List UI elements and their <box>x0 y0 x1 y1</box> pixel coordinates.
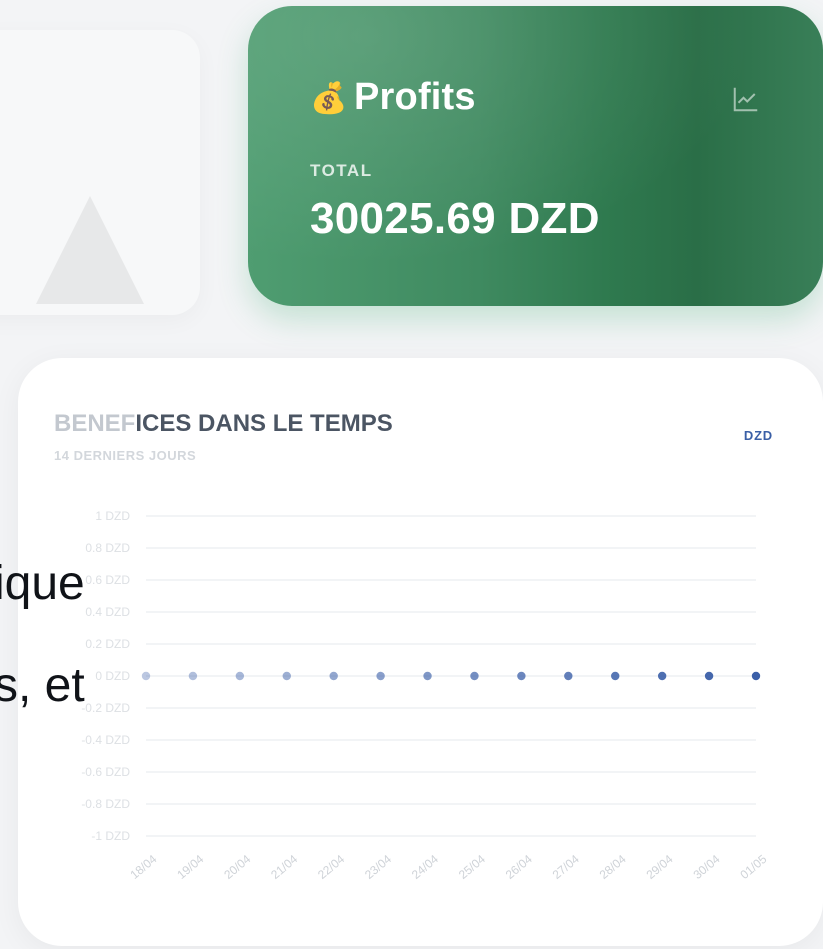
x-tick-label: 27/04 <box>550 852 582 882</box>
x-tick-label: 30/04 <box>691 852 723 882</box>
y-tick-label: -0.4 DZD <box>81 733 130 747</box>
data-point <box>329 671 338 681</box>
y-tick-label: 0.4 DZD <box>85 605 130 619</box>
moneybag-icon: 💰 <box>310 82 348 115</box>
x-tick-label: 18/04 <box>127 852 159 882</box>
y-tick-label: -1 DZD <box>91 829 130 843</box>
data-point <box>657 671 667 681</box>
x-tick-label: 23/04 <box>362 852 394 882</box>
y-tick-label: -0.8 DZD <box>81 797 130 811</box>
profits-title: Profits <box>354 76 476 118</box>
x-tick-label: 22/04 <box>315 852 347 882</box>
x-tick-label: 26/04 <box>503 852 535 882</box>
y-tick-label: 0 DZD <box>95 669 130 683</box>
data-point <box>282 671 291 681</box>
data-point <box>470 671 479 681</box>
background-card <box>0 30 200 315</box>
total-label: TOTAL <box>310 161 373 180</box>
y-tick-label: 1 DZD <box>95 509 130 523</box>
data-point <box>376 671 385 681</box>
profit-chart-card: BENEFICES DANS LE TEMPS 14 DERNIERS JOUR… <box>18 358 823 946</box>
total-value: 30025.69 DZD <box>310 194 600 243</box>
data-point <box>751 671 761 681</box>
x-tick-label: 19/04 <box>174 852 206 882</box>
x-tick-label: 29/04 <box>644 852 676 882</box>
data-point <box>611 671 620 681</box>
profits-card[interactable]: 💰 Profits TOTAL 30025.69 DZD <box>248 6 823 306</box>
profit-line-chart: 1 DZD 0.8 DZD 0.6 DZD 0.4 DZD 0.2 DZD 0 DZD -0… <box>81 509 769 882</box>
line-chart-icon[interactable] <box>731 84 761 114</box>
x-tick-label: 01/05 <box>737 852 769 882</box>
x-tick-label: 24/04 <box>409 852 441 882</box>
data-point <box>423 671 432 681</box>
data-point <box>704 671 714 681</box>
y-tick-label: 0.6 DZD <box>85 573 130 587</box>
y-tick-label: 0.8 DZD <box>85 541 130 555</box>
y-tick-label: 0.2 DZD <box>85 637 130 651</box>
x-tick-label: 20/04 <box>221 852 253 882</box>
data-point <box>235 671 245 681</box>
overlay-text-line-1: ique <box>0 557 85 610</box>
overlay-text-line-2: s, et <box>0 659 85 712</box>
x-tick-label: 25/04 <box>456 852 488 882</box>
x-tick-label: 21/04 <box>268 852 300 882</box>
faded-logo-icon <box>36 196 144 304</box>
data-point <box>564 671 573 681</box>
data-point <box>141 671 151 681</box>
x-tick-label: 28/04 <box>597 852 629 882</box>
y-tick-label: -0.6 DZD <box>81 765 130 779</box>
data-point <box>517 671 526 681</box>
data-point <box>188 671 198 681</box>
y-tick-label: -0.2 DZD <box>81 701 130 715</box>
